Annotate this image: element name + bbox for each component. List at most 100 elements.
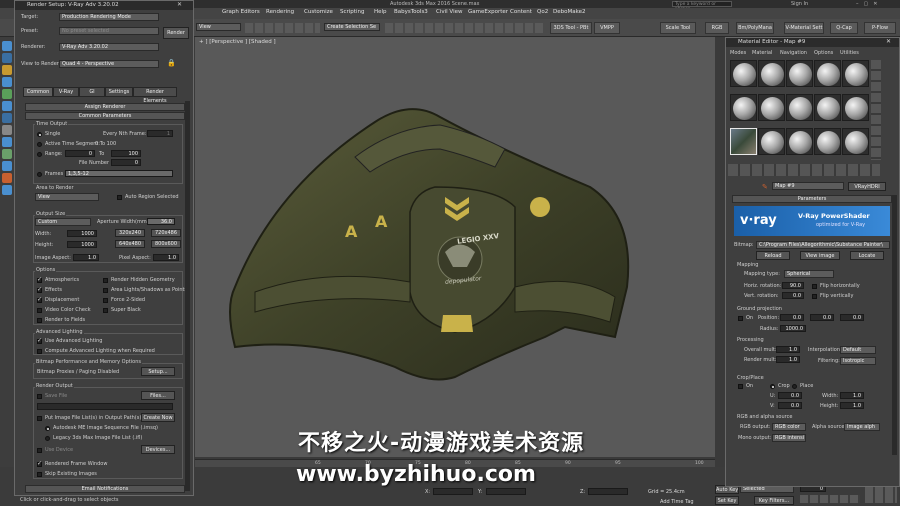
tab-render-elements[interactable]: Render Elements: [133, 87, 177, 104]
frames-radio[interactable]: [37, 172, 42, 177]
put-image-list-checkbox[interactable]: [37, 416, 42, 421]
material-slot[interactable]: [786, 128, 813, 155]
crop-v-input[interactable]: 0.0: [778, 402, 802, 409]
frames-input[interactable]: 1,3,5-12: [65, 170, 173, 177]
radius-input[interactable]: 1000.0: [780, 325, 806, 332]
material-slot[interactable]: [786, 60, 813, 87]
mapping-type-dropdown[interactable]: Spherical: [784, 270, 834, 278]
render-setup-scrollbar[interactable]: [185, 101, 190, 491]
map-type-button[interactable]: VRayHDRI: [848, 182, 886, 191]
height-input[interactable]: 1000: [67, 241, 97, 248]
render-mult-input[interactable]: 1.0: [776, 356, 800, 363]
toolbar-icon-group-2[interactable]: [385, 23, 545, 33]
tab-vray[interactable]: V-Ray: [53, 87, 79, 97]
reload-button[interactable]: Reload: [756, 251, 790, 260]
interpolation-dropdown[interactable]: Default: [840, 346, 876, 354]
menu-debomake[interactable]: DeboMake2: [553, 9, 585, 15]
toolbar-bmpolymana-button[interactable]: Bm/PolyMana: [736, 22, 774, 34]
toolbar-vmpp-button[interactable]: VMPP: [594, 22, 620, 34]
place-radio[interactable]: [792, 384, 797, 389]
map-name-field[interactable]: Map #9: [772, 182, 844, 190]
viewport-nav-controls[interactable]: [865, 485, 897, 503]
curve-icon[interactable]: [2, 149, 12, 159]
material-slot[interactable]: [758, 94, 785, 121]
save-file-checkbox[interactable]: [37, 394, 42, 399]
menu-scripting[interactable]: Scripting: [340, 9, 364, 15]
aperture-input[interactable]: 36.0: [147, 218, 175, 225]
preset-dropdown[interactable]: No preset selected: [59, 27, 159, 35]
selection-set-dropdown[interactable]: Create Selection Se: [324, 23, 380, 31]
me-menu-material[interactable]: Material: [752, 50, 772, 56]
material-slot[interactable]: [730, 94, 757, 121]
position-y-input[interactable]: 0.0: [810, 314, 834, 321]
material-slot[interactable]: [786, 94, 813, 121]
toolbar-3ds-tool-button[interactable]: 3DS Tool - PBt: [550, 22, 592, 34]
render-icon[interactable]: [2, 185, 12, 195]
link-icon[interactable]: [2, 89, 12, 99]
key-filters-button[interactable]: Key Filters...: [754, 496, 794, 505]
menu-help[interactable]: Help: [374, 9, 387, 15]
scale-icon[interactable]: [2, 77, 12, 87]
skip-existing-checkbox[interactable]: [37, 472, 42, 477]
material-slot[interactable]: [730, 60, 757, 87]
toolbar-pflow-button[interactable]: P-Flow: [864, 22, 896, 34]
material-slot[interactable]: [730, 128, 757, 155]
force-2sided-checkbox[interactable]: [103, 298, 108, 303]
toolbar-scale-tool-button[interactable]: Scale Tool: [660, 22, 696, 34]
area-lights-checkbox[interactable]: [103, 288, 108, 293]
y-coord-input[interactable]: [486, 488, 526, 495]
material-slot[interactable]: [814, 60, 841, 87]
preset-800x600-button[interactable]: 800x600: [151, 240, 181, 248]
toolbar-icon-group[interactable]: [245, 23, 320, 33]
rotate-icon[interactable]: [2, 65, 12, 75]
mirror-icon[interactable]: [2, 113, 12, 123]
material-slot[interactable]: [814, 128, 841, 155]
preset-640x480-button[interactable]: 640x480: [115, 240, 145, 248]
use-device-checkbox[interactable]: [37, 448, 42, 453]
output-path-field[interactable]: [37, 403, 173, 410]
add-time-tag-button[interactable]: Add Time Tag: [660, 499, 694, 505]
move-icon[interactable]: [2, 53, 12, 63]
tab-settings[interactable]: Settings: [105, 87, 133, 97]
bitmap-path-field[interactable]: C:\Program Files\Allegorithmic\Substance…: [756, 241, 890, 249]
toolbar-vmaterial-button[interactable]: V-Material Sett: [784, 22, 824, 34]
flip-horizontally-checkbox[interactable]: [812, 284, 817, 289]
autodesk-me-radio[interactable]: [45, 426, 50, 431]
menu-qo2[interactable]: Qo2: [537, 9, 548, 15]
crop-place-on-checkbox[interactable]: [738, 384, 743, 389]
create-now-button[interactable]: Create Now: [141, 413, 175, 422]
image-aspect-input[interactable]: 1.0: [73, 254, 99, 261]
tab-common[interactable]: Common: [23, 87, 53, 97]
preset-720x486-button[interactable]: 720x486: [151, 229, 181, 237]
me-menu-modes[interactable]: Modes: [730, 50, 746, 56]
atmospherics-checkbox[interactable]: [37, 276, 42, 283]
displacement-checkbox[interactable]: [37, 296, 42, 303]
render-hidden-checkbox[interactable]: [103, 278, 108, 283]
set-key-button[interactable]: Set Key: [715, 496, 739, 505]
material-slot[interactable]: [758, 60, 785, 87]
viewport-label[interactable]: + ] [Perspective ] [Shaded ]: [199, 39, 276, 45]
rendered-frame-window-checkbox[interactable]: [37, 460, 42, 467]
z-coord-input[interactable]: [588, 488, 628, 495]
close-icon[interactable]: ✕: [886, 38, 891, 45]
files-button[interactable]: Files...: [141, 391, 175, 400]
menu-gameexporter[interactable]: GameExporter: [468, 9, 508, 15]
area-to-render-dropdown[interactable]: View: [35, 193, 99, 201]
range-from-input[interactable]: 0: [65, 150, 95, 157]
file-number-base-input[interactable]: 0: [111, 159, 141, 166]
x-coord-input[interactable]: [433, 488, 473, 495]
active-segment-radio[interactable]: [37, 142, 42, 147]
view-dropdown[interactable]: View: [196, 23, 241, 31]
material-icon[interactable]: [2, 173, 12, 183]
menu-rendering[interactable]: Rendering: [266, 9, 294, 15]
render-fields-checkbox[interactable]: [37, 318, 42, 323]
material-slot[interactable]: [842, 60, 869, 87]
material-toolbar[interactable]: [728, 164, 880, 176]
common-parameters-rollout[interactable]: Common Parameters: [25, 112, 185, 120]
menu-graph-editors[interactable]: Graph Editors: [222, 9, 260, 15]
tab-gi[interactable]: GI: [79, 87, 105, 97]
window-controls[interactable]: –▢✕: [856, 0, 882, 8]
effects-checkbox[interactable]: [37, 286, 42, 293]
toolbar-qcap-button[interactable]: Q-Cap: [830, 22, 858, 34]
email-notifications-rollout[interactable]: Email Notifications: [25, 485, 185, 493]
